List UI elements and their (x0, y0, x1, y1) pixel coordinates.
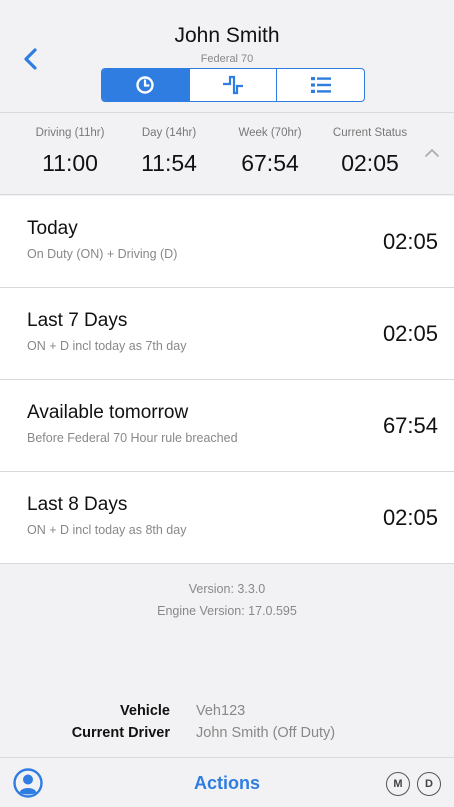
row-title: Available tomorrow (27, 402, 189, 423)
list-item-last-8-days: Last 8 Days ON + D incl today as 8th day… (0, 472, 454, 564)
row-title: Last 8 Days (27, 494, 128, 515)
driving-value: 11:00 (42, 150, 98, 176)
row-value: 02:05 (382, 505, 438, 530)
list-item-last-7-days: Last 7 Days ON + D incl today as 7th day… (0, 288, 454, 380)
day-summary: Day (14hr) 11:54 (124, 127, 214, 177)
ruleset-label: Federal 70 (200, 53, 254, 65)
tab-clock[interactable] (102, 69, 189, 101)
vehicle-line: Vehicle Veh123 (0, 703, 454, 725)
version-info: Version: 3.3.0 Engine Version: 17.0.595 (0, 578, 454, 622)
current-driver-value: John Smith (Off Duty) (196, 725, 336, 741)
driving-label: Driving (11hr) (35, 127, 105, 139)
badge-m[interactable]: M (386, 772, 410, 796)
vehicle-label: Vehicle (120, 703, 170, 719)
row-subtitle: ON + D incl today as 7th day (27, 339, 187, 353)
day-label: Day (14hr) (141, 127, 197, 139)
vehicle-value: Veh123 (196, 703, 246, 719)
list-item-today: Today On Duty (ON) + Driving (D) 02:05 (0, 196, 454, 288)
current-driver-line: Current Driver John Smith (Off Duty) (0, 725, 454, 747)
hours-list: Today On Duty (ON) + Driving (D) 02:05 L… (0, 196, 454, 564)
hours-summary: Driving (11hr) 11:00 Day (14hr) 11:54 We… (0, 113, 454, 195)
tab-list[interactable] (276, 69, 364, 101)
row-value: 02:05 (382, 321, 438, 346)
engine-version: Engine Version: 17.0.595 (157, 604, 297, 618)
row-value: 02:05 (382, 229, 438, 254)
week-summary: Week (70hr) 67:54 (222, 127, 318, 177)
day-value: 11:54 (141, 150, 197, 176)
status-label: Current Status (332, 127, 408, 139)
app-version: Version: 3.3.0 (188, 582, 266, 596)
week-label: Week (70hr) (238, 127, 302, 139)
clock-icon (136, 76, 155, 94)
list-icon (310, 77, 331, 93)
vehicle-info: Vehicle Veh123 Current Driver John Smith… (0, 703, 454, 747)
header: John Smith Federal 70 (0, 0, 454, 113)
view-tabs (101, 68, 365, 102)
log-graph-icon (223, 75, 243, 95)
tab-log-graph[interactable] (188, 69, 277, 101)
list-item-available-tomorrow: Available tomorrow Before Federal 70 Hou… (0, 380, 454, 472)
status-summary: Current Status 02:05 (322, 127, 418, 177)
row-subtitle: Before Federal 70 Hour rule breached (27, 431, 238, 445)
driver-name: John Smith (174, 24, 280, 47)
footer-bar: Actions M D (0, 757, 454, 807)
row-title: Today (27, 218, 78, 239)
week-value: 67:54 (241, 150, 299, 176)
status-value: 02:05 (341, 150, 399, 176)
current-driver-label: Current Driver (71, 725, 170, 741)
badge-d[interactable]: D (417, 772, 441, 796)
chevron-up-icon[interactable] (422, 145, 442, 161)
row-subtitle: On Duty (ON) + Driving (D) (27, 247, 178, 261)
row-title: Last 7 Days (27, 310, 128, 331)
row-value: 67:54 (382, 413, 438, 438)
row-subtitle: ON + D incl today as 8th day (27, 523, 187, 537)
driving-summary: Driving (11hr) 11:00 (20, 127, 120, 177)
